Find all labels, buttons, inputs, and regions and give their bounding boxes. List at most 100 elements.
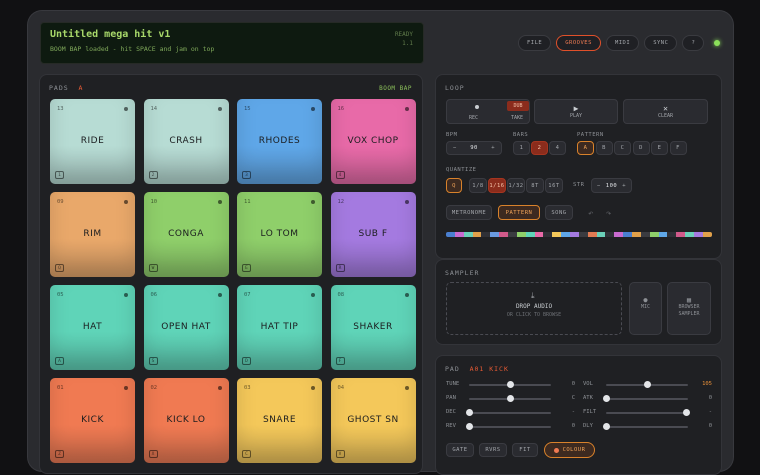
pad-key-hint: 4 — [335, 171, 345, 179]
bank-label[interactable]: A — [78, 84, 83, 92]
param-dly-value: 0 — [708, 423, 712, 429]
pad-number: 04 — [337, 385, 345, 391]
quantize-option[interactable]: 1/32 — [507, 178, 525, 193]
bpm-decrement[interactable]: − — [453, 145, 457, 151]
pad-open-hat[interactable]: 06 OPEN HAT S — [143, 285, 229, 370]
play-button[interactable]: ▶ PLAY — [534, 99, 618, 124]
quantize-option[interactable]: 1/8 — [469, 178, 487, 193]
quantize-toggle[interactable]: Q — [446, 178, 462, 193]
pattern-option[interactable]: C — [614, 141, 631, 155]
menu-file-button[interactable]: FILE — [518, 35, 552, 51]
colour-button[interactable]: COLOUR — [544, 442, 595, 458]
pad-number: 08 — [337, 292, 345, 298]
menu-grooves-button[interactable]: GROOVES — [556, 35, 601, 51]
param-tune-value: 0 — [571, 381, 575, 387]
mode-song-button[interactable]: SONG — [545, 205, 573, 220]
rec-button[interactable]: REC DUB TAKE — [446, 99, 530, 124]
pad-rim[interactable]: 09 RIM Q — [50, 192, 135, 277]
param-rev-slider[interactable] — [469, 426, 551, 428]
clear-button[interactable]: ✕ CLEAR — [623, 99, 708, 124]
quantize-option[interactable]: 8T — [526, 178, 544, 193]
pad-number: 07 — [244, 292, 251, 298]
pad-snare[interactable]: 03 SNARE C — [237, 378, 322, 463]
pad-number: 09 — [57, 199, 64, 205]
bars-option[interactable]: 2 — [531, 141, 548, 155]
sampler-label: SAMPLER — [678, 311, 700, 317]
browser-sampler-button[interactable]: ▦ BROWSER SAMPLER — [667, 282, 711, 335]
dub-toggle[interactable]: DUB — [507, 101, 529, 111]
mic-button[interactable]: ● MIC — [629, 282, 662, 335]
mode-metronome-button[interactable]: METRONOME — [446, 205, 492, 220]
pattern-option[interactable]: D — [632, 141, 650, 155]
pad-vox-chop[interactable]: 16 VOX CHOP 4 — [330, 99, 416, 184]
pad-lo-tom[interactable]: 11 LO TOM E — [237, 192, 322, 277]
strength-stepper[interactable]: − 100 + — [591, 178, 632, 193]
quantize-option[interactable]: 16T — [545, 178, 563, 193]
param-dec-value: - — [571, 409, 575, 415]
pad-indicator-dot — [217, 107, 222, 111]
pad-number: 02 — [150, 385, 158, 391]
pattern-option[interactable]: A — [577, 141, 594, 155]
pad-name: SUB F — [358, 229, 388, 239]
param-dec-slider[interactable] — [469, 412, 551, 414]
param-dly-slider[interactable] — [606, 426, 688, 428]
pad-indicator-dot — [217, 293, 222, 297]
pad-ghost-sn[interactable]: 04 GHOST SN V — [330, 378, 416, 463]
pad-number: 15 — [244, 106, 251, 112]
bpm-increment[interactable]: + — [491, 145, 495, 151]
pad-crash[interactable]: 14 CRASH 2 — [143, 99, 229, 184]
pad-shaker[interactable]: 08 SHAKER F — [330, 285, 416, 370]
slider-knob[interactable] — [466, 423, 473, 430]
pad-conga[interactable]: 10 CONGA W — [143, 192, 229, 277]
param-atk-slider[interactable] — [606, 398, 688, 400]
pad-edit-title: PAD — [445, 365, 460, 373]
undo-icon[interactable]: ↶ — [588, 209, 594, 219]
pad-indicator-dot — [124, 107, 128, 111]
pad-ride[interactable]: 13 RIDE 1 — [50, 99, 135, 184]
pattern-label: PATTERN — [577, 132, 604, 138]
strip-segment — [632, 232, 641, 237]
colour-label: COLOUR — [562, 447, 586, 453]
strip-segment — [623, 232, 633, 237]
strip-segment — [596, 232, 606, 237]
slider-knob[interactable] — [507, 395, 514, 402]
pad-kick-lo[interactable]: 02 KICK LO X — [143, 378, 229, 463]
pad-rhodes[interactable]: 15 RHODES 3 — [237, 99, 322, 184]
param-pan-value: C — [571, 395, 575, 401]
strength-decrement[interactable]: − — [597, 183, 601, 189]
quantize-option[interactable]: 1/16 — [488, 178, 506, 193]
drop-zone[interactable]: ⤓ DROP AUDIO OR CLICK TO BROWSE — [446, 282, 622, 335]
menu-sync-button[interactable]: SYNC — [644, 35, 678, 51]
grid-icon: ▦ — [686, 296, 692, 304]
slider-knob[interactable] — [603, 395, 610, 402]
menu-help-button[interactable]: ? — [682, 35, 705, 51]
pattern-option[interactable]: B — [595, 141, 613, 155]
slider-knob[interactable] — [466, 409, 473, 416]
slider-knob[interactable] — [507, 381, 514, 388]
pattern-overview-strip — [446, 232, 712, 237]
mode-pattern-button[interactable]: PATTERN — [498, 205, 540, 220]
pad-name: CONGA — [168, 229, 204, 239]
menu-midi-button[interactable]: MIDI — [605, 35, 640, 51]
pattern-option[interactable]: F — [669, 141, 687, 155]
pad-hat-tip[interactable]: 07 HAT TIP D — [237, 285, 322, 370]
pad-sub-f[interactable]: 12 SUB F R — [330, 192, 416, 277]
redo-icon[interactable]: ↷ — [606, 209, 612, 219]
slider-knob[interactable] — [603, 423, 610, 430]
strip-segment — [534, 232, 544, 237]
pad-hat[interactable]: 05 HAT A — [50, 285, 135, 370]
slider-knob[interactable] — [683, 409, 691, 416]
pad-name: RIM — [83, 229, 102, 239]
param-tune-label: TUNE — [446, 381, 460, 387]
param-filt-slider[interactable] — [606, 412, 688, 414]
bpm-stepper[interactable]: − 90 + — [446, 141, 502, 155]
pad-kick[interactable]: 01 KICK Z — [50, 378, 135, 463]
kit-name[interactable]: BOOM BAP — [379, 85, 412, 92]
strip-segment — [472, 232, 482, 237]
slider-knob[interactable] — [644, 381, 651, 388]
bars-option[interactable]: 4 — [549, 141, 566, 155]
pad-key-hint: E — [242, 264, 251, 272]
strength-increment[interactable]: + — [622, 183, 626, 189]
pattern-option[interactable]: E — [651, 141, 668, 155]
bars-option[interactable]: 1 — [513, 141, 530, 155]
